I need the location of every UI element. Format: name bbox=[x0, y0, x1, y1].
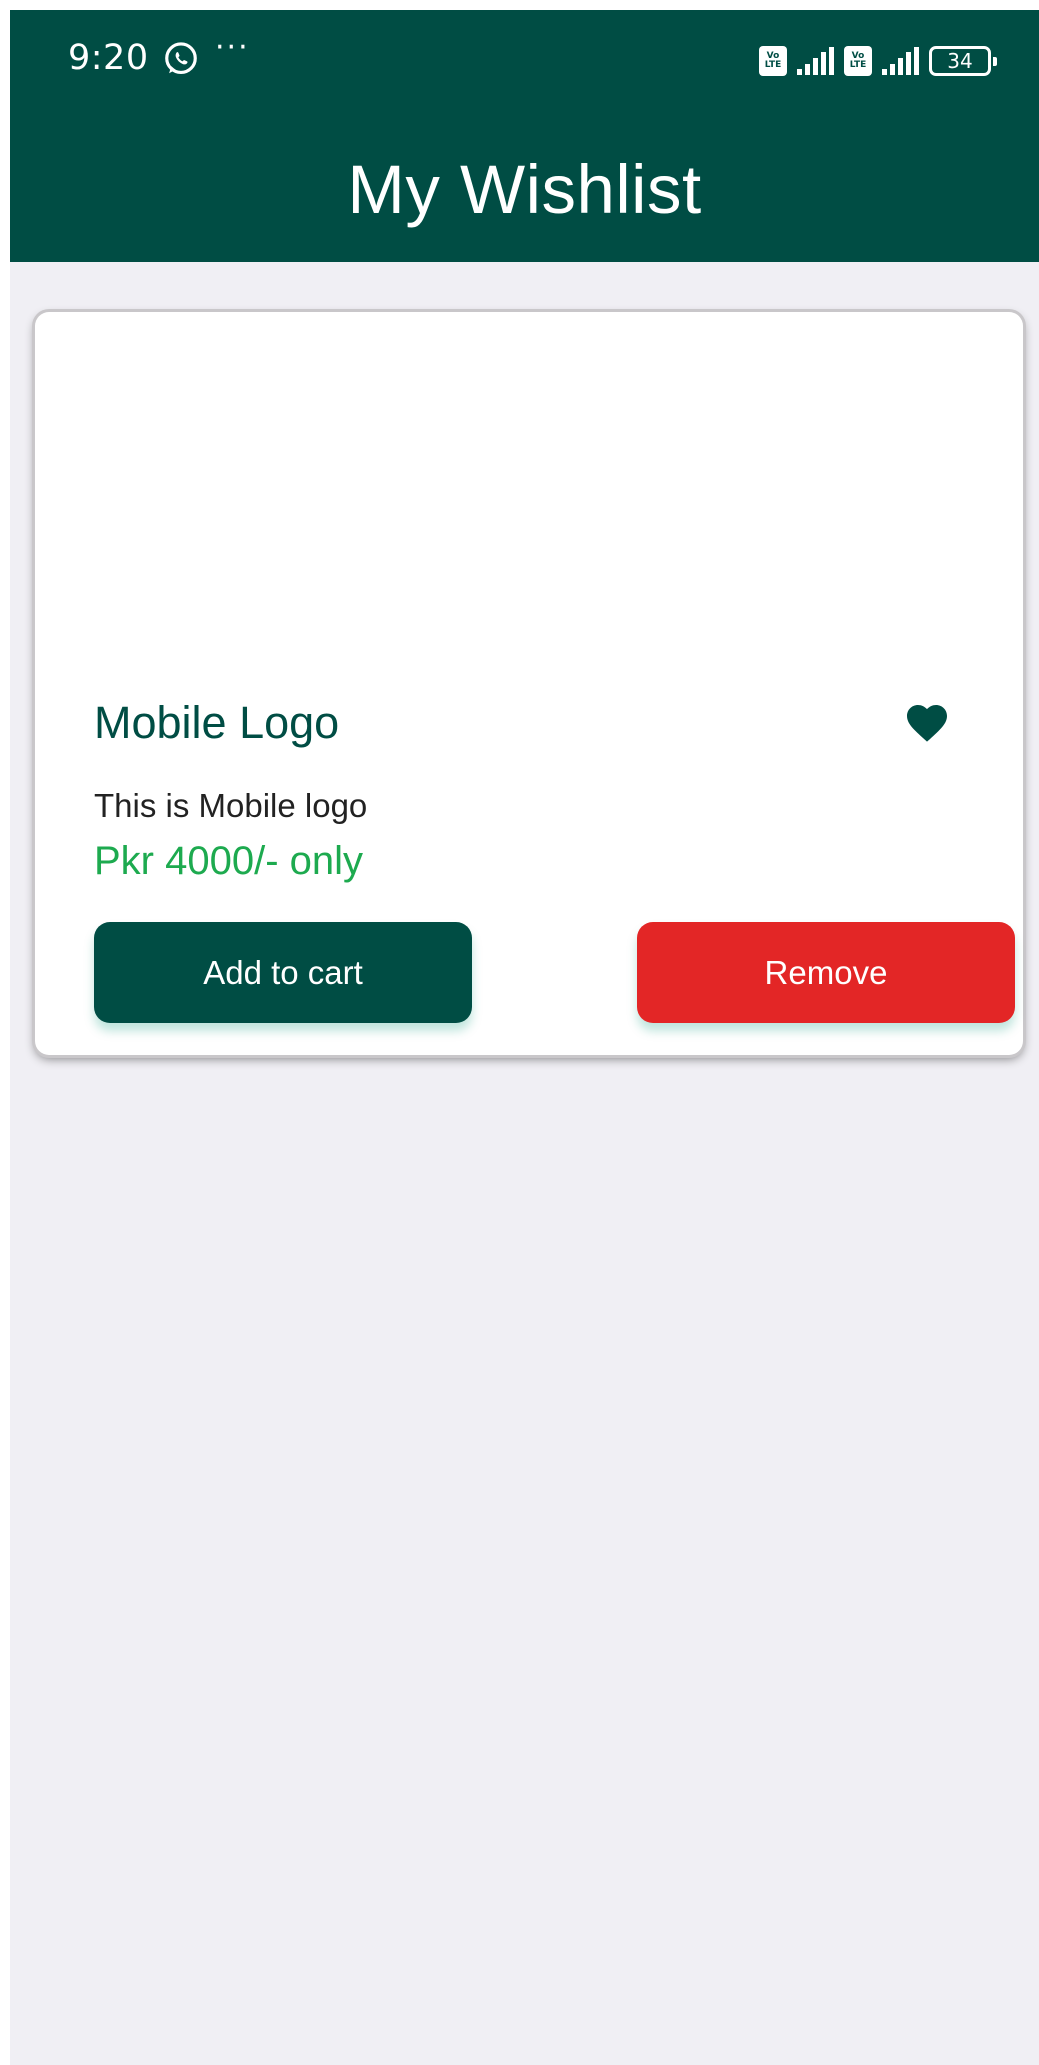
battery-icon: 34 bbox=[929, 46, 997, 76]
wishlist-item-card: Mobile Logo This is Mobile logo Pkr 4000… bbox=[35, 312, 1023, 1055]
battery-level: 34 bbox=[947, 49, 973, 73]
more-notifications-icon: ··· bbox=[215, 30, 250, 65]
remove-button[interactable]: Remove bbox=[637, 922, 1015, 1023]
product-image bbox=[35, 312, 1023, 672]
product-description: This is Mobile logo bbox=[94, 787, 368, 824]
status-bar: 9:20 ··· Vo LTE Vo LTE 34 bbox=[10, 10, 1039, 106]
product-price: Pkr 4000/- only bbox=[94, 839, 364, 883]
signal-icon bbox=[797, 47, 834, 75]
volte-icon-2: Vo LTE bbox=[844, 46, 872, 76]
status-time: 9:20 bbox=[68, 38, 149, 78]
signal-icon-2 bbox=[882, 47, 919, 75]
page-title: My Wishlist bbox=[347, 151, 702, 228]
status-indicators: Vo LTE Vo LTE 34 bbox=[759, 43, 997, 79]
product-name: Mobile Logo bbox=[94, 697, 340, 748]
add-to-cart-button[interactable]: Add to cart bbox=[94, 922, 472, 1023]
app-bar: 9:20 ··· Vo LTE Vo LTE 34 My Wishlist bbox=[10, 10, 1039, 262]
wishlist-screen: 9:20 ··· Vo LTE Vo LTE 34 My Wishlist Mo… bbox=[10, 10, 1039, 2065]
whatsapp-icon bbox=[165, 42, 197, 75]
volte-icon: Vo LTE bbox=[759, 46, 787, 76]
heart-icon[interactable] bbox=[903, 699, 951, 747]
